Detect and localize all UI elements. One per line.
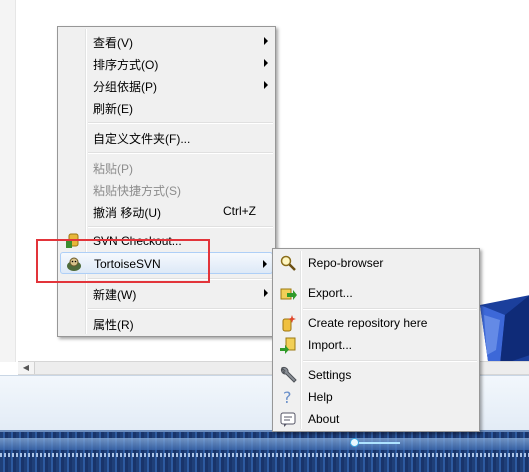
menu-separator xyxy=(88,152,273,154)
export-icon xyxy=(279,284,297,302)
taskbar-gloss xyxy=(0,438,529,450)
about-icon xyxy=(279,410,297,428)
magnifier-icon xyxy=(279,254,297,272)
menu-item-shortcut: Ctrl+Z xyxy=(223,204,256,218)
menu-item-label: Settings xyxy=(308,368,352,382)
menu-item-label: Help xyxy=(308,390,333,404)
menu-item-label: 刷新(E) xyxy=(93,102,133,116)
menu-item-help[interactable]: ? Help xyxy=(275,386,477,408)
menu-separator xyxy=(88,308,273,310)
slider-knob[interactable] xyxy=(350,438,359,447)
menu-separator xyxy=(303,360,477,362)
menu-item-label: About xyxy=(308,412,340,426)
menu-item-import[interactable]: Import... xyxy=(275,334,477,356)
menu-item-refresh[interactable]: 刷新(E) xyxy=(60,96,273,118)
menu-item-repo-browser[interactable]: Repo-browser xyxy=(275,252,477,274)
menu-separator xyxy=(88,226,273,228)
help-icon: ? xyxy=(279,388,297,406)
menu-item-sort-by[interactable]: 排序方式(O) xyxy=(60,52,273,74)
submenu-arrow-icon xyxy=(264,37,268,45)
menu-item-paste-shortcut: 粘贴快捷方式(S) xyxy=(60,178,273,200)
submenu-arrow-icon xyxy=(264,289,268,297)
create-repo-icon xyxy=(279,314,297,332)
menu-item-label: Create repository here xyxy=(308,316,428,330)
menu-item-new[interactable]: 新建(W) xyxy=(60,282,273,304)
menu-item-undo-move[interactable]: 撤消 移动(U) Ctrl+Z xyxy=(60,200,273,222)
taskbar-texture xyxy=(0,453,529,457)
menu-item-label: 属性(R) xyxy=(93,318,134,332)
menu-item-label: 撤消 移动(U) xyxy=(93,206,161,220)
svg-text:?: ? xyxy=(283,388,292,406)
submenu-arrow-icon xyxy=(264,59,268,67)
highlight-annotation xyxy=(36,239,210,283)
menu-item-label: 粘贴(P) xyxy=(93,162,133,176)
submenu-arrow-icon xyxy=(264,81,268,89)
menu-item-label: Import... xyxy=(308,338,353,352)
menu-item-label: 粘贴快捷方式(S) xyxy=(93,184,181,198)
tortoisesvn-submenu: Repo-browser Export... Create repository… xyxy=(272,248,480,432)
wrench-icon xyxy=(279,366,297,384)
menu-item-label: 查看(V) xyxy=(93,36,133,50)
zoom-slider[interactable] xyxy=(350,438,400,447)
menu-item-export[interactable]: Export... xyxy=(275,282,477,304)
taskbar xyxy=(0,430,529,472)
menu-item-create-repository[interactable]: Create repository here xyxy=(275,312,477,334)
menu-item-label: Export... xyxy=(308,286,353,300)
menu-item-label: 新建(W) xyxy=(93,288,137,302)
context-menu: 查看(V) 排序方式(O) 分组依据(P) 刷新(E) 自定义文件夹(F)...… xyxy=(57,26,276,337)
submenu-arrow-icon xyxy=(263,260,267,268)
menu-item-label: 分组依据(P) xyxy=(93,80,157,94)
menu-item-paste: 粘贴(P) xyxy=(60,156,273,178)
menu-separator xyxy=(88,122,273,124)
import-icon xyxy=(279,336,297,354)
menu-item-group-by[interactable]: 分组依据(P) xyxy=(60,74,273,96)
navigation-pane-edge xyxy=(0,0,16,362)
explorer-window: ◀ 查看(V) 排序方式(O) 分组依据(P) 刷新(E) 自定义文件夹(F).… xyxy=(0,0,529,472)
scroll-left-icon[interactable]: ◀ xyxy=(18,362,35,374)
menu-item-settings[interactable]: Settings xyxy=(275,364,477,386)
menu-item-view[interactable]: 查看(V) xyxy=(60,30,273,52)
menu-item-properties[interactable]: 属性(R) xyxy=(60,312,273,334)
menu-item-label: Repo-browser xyxy=(308,256,384,270)
menu-separator xyxy=(303,308,477,310)
menu-item-about[interactable]: About xyxy=(275,408,477,430)
menu-item-label: 自定义文件夹(F)... xyxy=(93,132,191,146)
menu-item-customize-folder[interactable]: 自定义文件夹(F)... xyxy=(60,126,273,148)
menu-item-label: 排序方式(O) xyxy=(93,58,159,72)
